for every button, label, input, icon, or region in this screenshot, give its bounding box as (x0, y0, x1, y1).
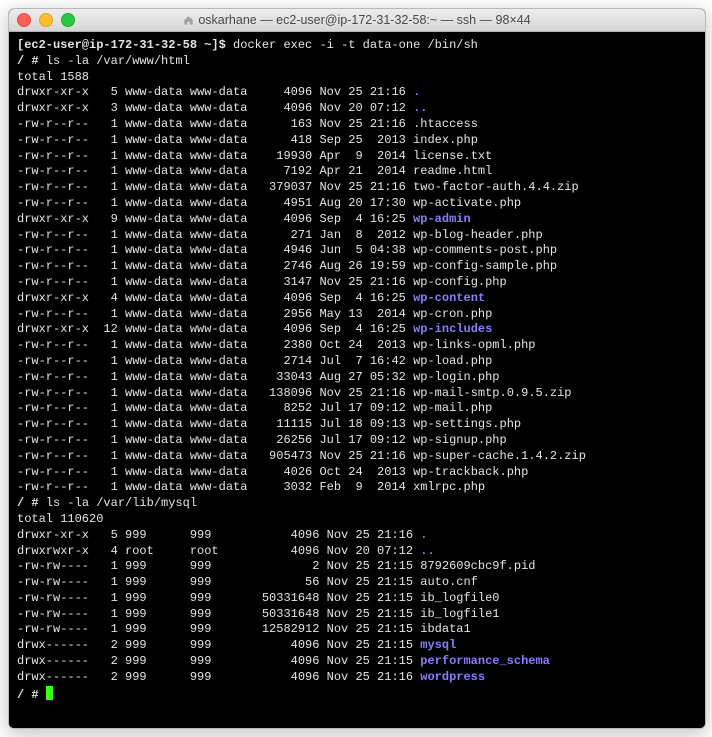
file-name: wp-content (413, 291, 485, 305)
ls-row: -rw-r--r-- 1 www-data www-data 2714 Jul … (17, 354, 697, 370)
file-name: wp-settings.php (413, 417, 521, 431)
ls-row: -rw-rw---- 1 999 999 2 Nov 25 21:15 8792… (17, 559, 697, 575)
ls-row: -rw-r--r-- 1 www-data www-data 418 Sep 2… (17, 133, 697, 149)
cursor (46, 686, 53, 700)
ls-row: drwxr-xr-x 12 www-data www-data 4096 Sep… (17, 322, 697, 338)
file-name: wp-super-cache.1.4.2.zip (413, 449, 586, 463)
file-name: performance_schema (420, 654, 550, 668)
ls-row: -rw-r--r-- 1 www-data www-data 379037 No… (17, 180, 697, 196)
file-name: wp-signup.php (413, 433, 507, 447)
file-name: wp-activate.php (413, 196, 521, 210)
total-line: total 1588 (17, 70, 697, 86)
window-title: oskarhane — ec2-user@ip-172-31-32-58:~ —… (9, 13, 705, 27)
file-name: wp-includes (413, 322, 492, 336)
file-name: ib_logfile0 (420, 591, 499, 605)
ls-row: drwxr-xr-x 3 www-data www-data 4096 Nov … (17, 101, 697, 117)
file-name: wp-load.php (413, 354, 492, 368)
file-name: .htaccess (413, 117, 478, 131)
ls-row: drwxr-xr-x 5 999 999 4096 Nov 25 21:16 . (17, 528, 697, 544)
ls-row: -rw-r--r-- 1 www-data www-data 4946 Jun … (17, 243, 697, 259)
terminal-window: oskarhane — ec2-user@ip-172-31-32-58:~ —… (8, 8, 706, 729)
prompt-line: [ec2-user@ip-172-31-32-58 ~]$ docker exe… (17, 38, 697, 54)
file-name: license.txt (413, 149, 492, 163)
ls-row: -rw-rw---- 1 999 999 50331648 Nov 25 21:… (17, 607, 697, 623)
file-name: wp-cron.php (413, 307, 492, 321)
file-name: xmlrpc.php (413, 480, 485, 494)
zoom-icon[interactable] (61, 13, 75, 27)
close-icon[interactable] (17, 13, 31, 27)
ls-row: -rw-r--r-- 1 www-data www-data 2746 Aug … (17, 259, 697, 275)
ls-row: -rw-r--r-- 1 www-data www-data 19930 Apr… (17, 149, 697, 165)
file-name: two-factor-auth.4.4.zip (413, 180, 579, 194)
ls-row: -rw-r--r-- 1 www-data www-data 138096 No… (17, 386, 697, 402)
file-name: wp-config.php (413, 275, 507, 289)
file-name: wp-config-sample.php (413, 259, 557, 273)
file-name: .. (413, 101, 427, 115)
ls-row: -rw-rw---- 1 999 999 12582912 Nov 25 21:… (17, 622, 697, 638)
file-name: index.php (413, 133, 478, 147)
prompt-line: / # ls -la /var/lib/mysql (17, 496, 697, 512)
window-controls (17, 13, 75, 27)
file-name: . (413, 85, 420, 99)
ls-row: -rw-r--r-- 1 www-data www-data 8252 Jul … (17, 401, 697, 417)
file-name: wp-trackback.php (413, 465, 528, 479)
ls-row: -rw-r--r-- 1 www-data www-data 4951 Aug … (17, 196, 697, 212)
ls-row: -rw-r--r-- 1 www-data www-data 4026 Oct … (17, 465, 697, 481)
file-name: wp-links-opml.php (413, 338, 535, 352)
ls-row: -rw-r--r-- 1 www-data www-data 3147 Nov … (17, 275, 697, 291)
ls-row: -rw-r--r-- 1 www-data www-data 2380 Oct … (17, 338, 697, 354)
ls-row: -rw-r--r-- 1 www-data www-data 163 Nov 2… (17, 117, 697, 133)
home-icon (183, 15, 194, 26)
file-name: .. (420, 544, 434, 558)
ls-row: drwxrwxr-x 4 root root 4096 Nov 20 07:12… (17, 544, 697, 560)
ls-row: -rw-r--r-- 1 www-data www-data 11115 Jul… (17, 417, 697, 433)
ls-row: -rw-rw---- 1 999 999 56 Nov 25 21:15 aut… (17, 575, 697, 591)
ls-row: -rw-r--r-- 1 www-data www-data 2956 May … (17, 307, 697, 323)
ls-row: -rw-r--r-- 1 www-data www-data 905473 No… (17, 449, 697, 465)
ls-row: -rw-r--r-- 1 www-data www-data 3032 Feb … (17, 480, 697, 496)
file-name: wp-login.php (413, 370, 499, 384)
file-name: wp-blog-header.php (413, 228, 543, 242)
terminal-output[interactable]: [ec2-user@ip-172-31-32-58 ~]$ docker exe… (9, 32, 705, 728)
file-name: mysql (420, 638, 456, 652)
ls-row: -rw-r--r-- 1 www-data www-data 33043 Aug… (17, 370, 697, 386)
file-name: wp-comments-post.php (413, 243, 557, 257)
titlebar: oskarhane — ec2-user@ip-172-31-32-58:~ —… (9, 9, 705, 32)
ls-row: -rw-r--r-- 1 www-data www-data 271 Jan 8… (17, 228, 697, 244)
ls-row: -rw-r--r-- 1 www-data www-data 7192 Apr … (17, 164, 697, 180)
ls-row: drwxr-xr-x 4 www-data www-data 4096 Sep … (17, 291, 697, 307)
file-name: readme.html (413, 164, 492, 178)
file-name: wp-mail.php (413, 401, 492, 415)
ls-row: drwx------ 2 999 999 4096 Nov 25 21:15 p… (17, 654, 697, 670)
ls-row: drwx------ 2 999 999 4096 Nov 25 21:15 m… (17, 638, 697, 654)
file-name: wp-admin (413, 212, 471, 226)
total-line: total 110620 (17, 512, 697, 528)
file-name: ibdata1 (420, 622, 470, 636)
prompt-line: / # ls -la /var/www/html (17, 54, 697, 70)
ls-row: drwx------ 2 999 999 4096 Nov 25 21:16 w… (17, 670, 697, 686)
file-name: wp-mail-smtp.0.9.5.zip (413, 386, 571, 400)
prompt-line: / # (17, 686, 697, 704)
window-title-text: oskarhane — ec2-user@ip-172-31-32-58:~ —… (198, 13, 530, 27)
file-name: 8792609cbc9f.pid (420, 559, 535, 573)
file-name: . (420, 528, 427, 542)
ls-row: -rw-r--r-- 1 www-data www-data 26256 Jul… (17, 433, 697, 449)
minimize-icon[interactable] (39, 13, 53, 27)
ls-row: drwxr-xr-x 5 www-data www-data 4096 Nov … (17, 85, 697, 101)
ls-row: -rw-rw---- 1 999 999 50331648 Nov 25 21:… (17, 591, 697, 607)
file-name: wordpress (420, 670, 485, 684)
ls-row: drwxr-xr-x 9 www-data www-data 4096 Sep … (17, 212, 697, 228)
file-name: ib_logfile1 (420, 607, 499, 621)
file-name: auto.cnf (420, 575, 478, 589)
